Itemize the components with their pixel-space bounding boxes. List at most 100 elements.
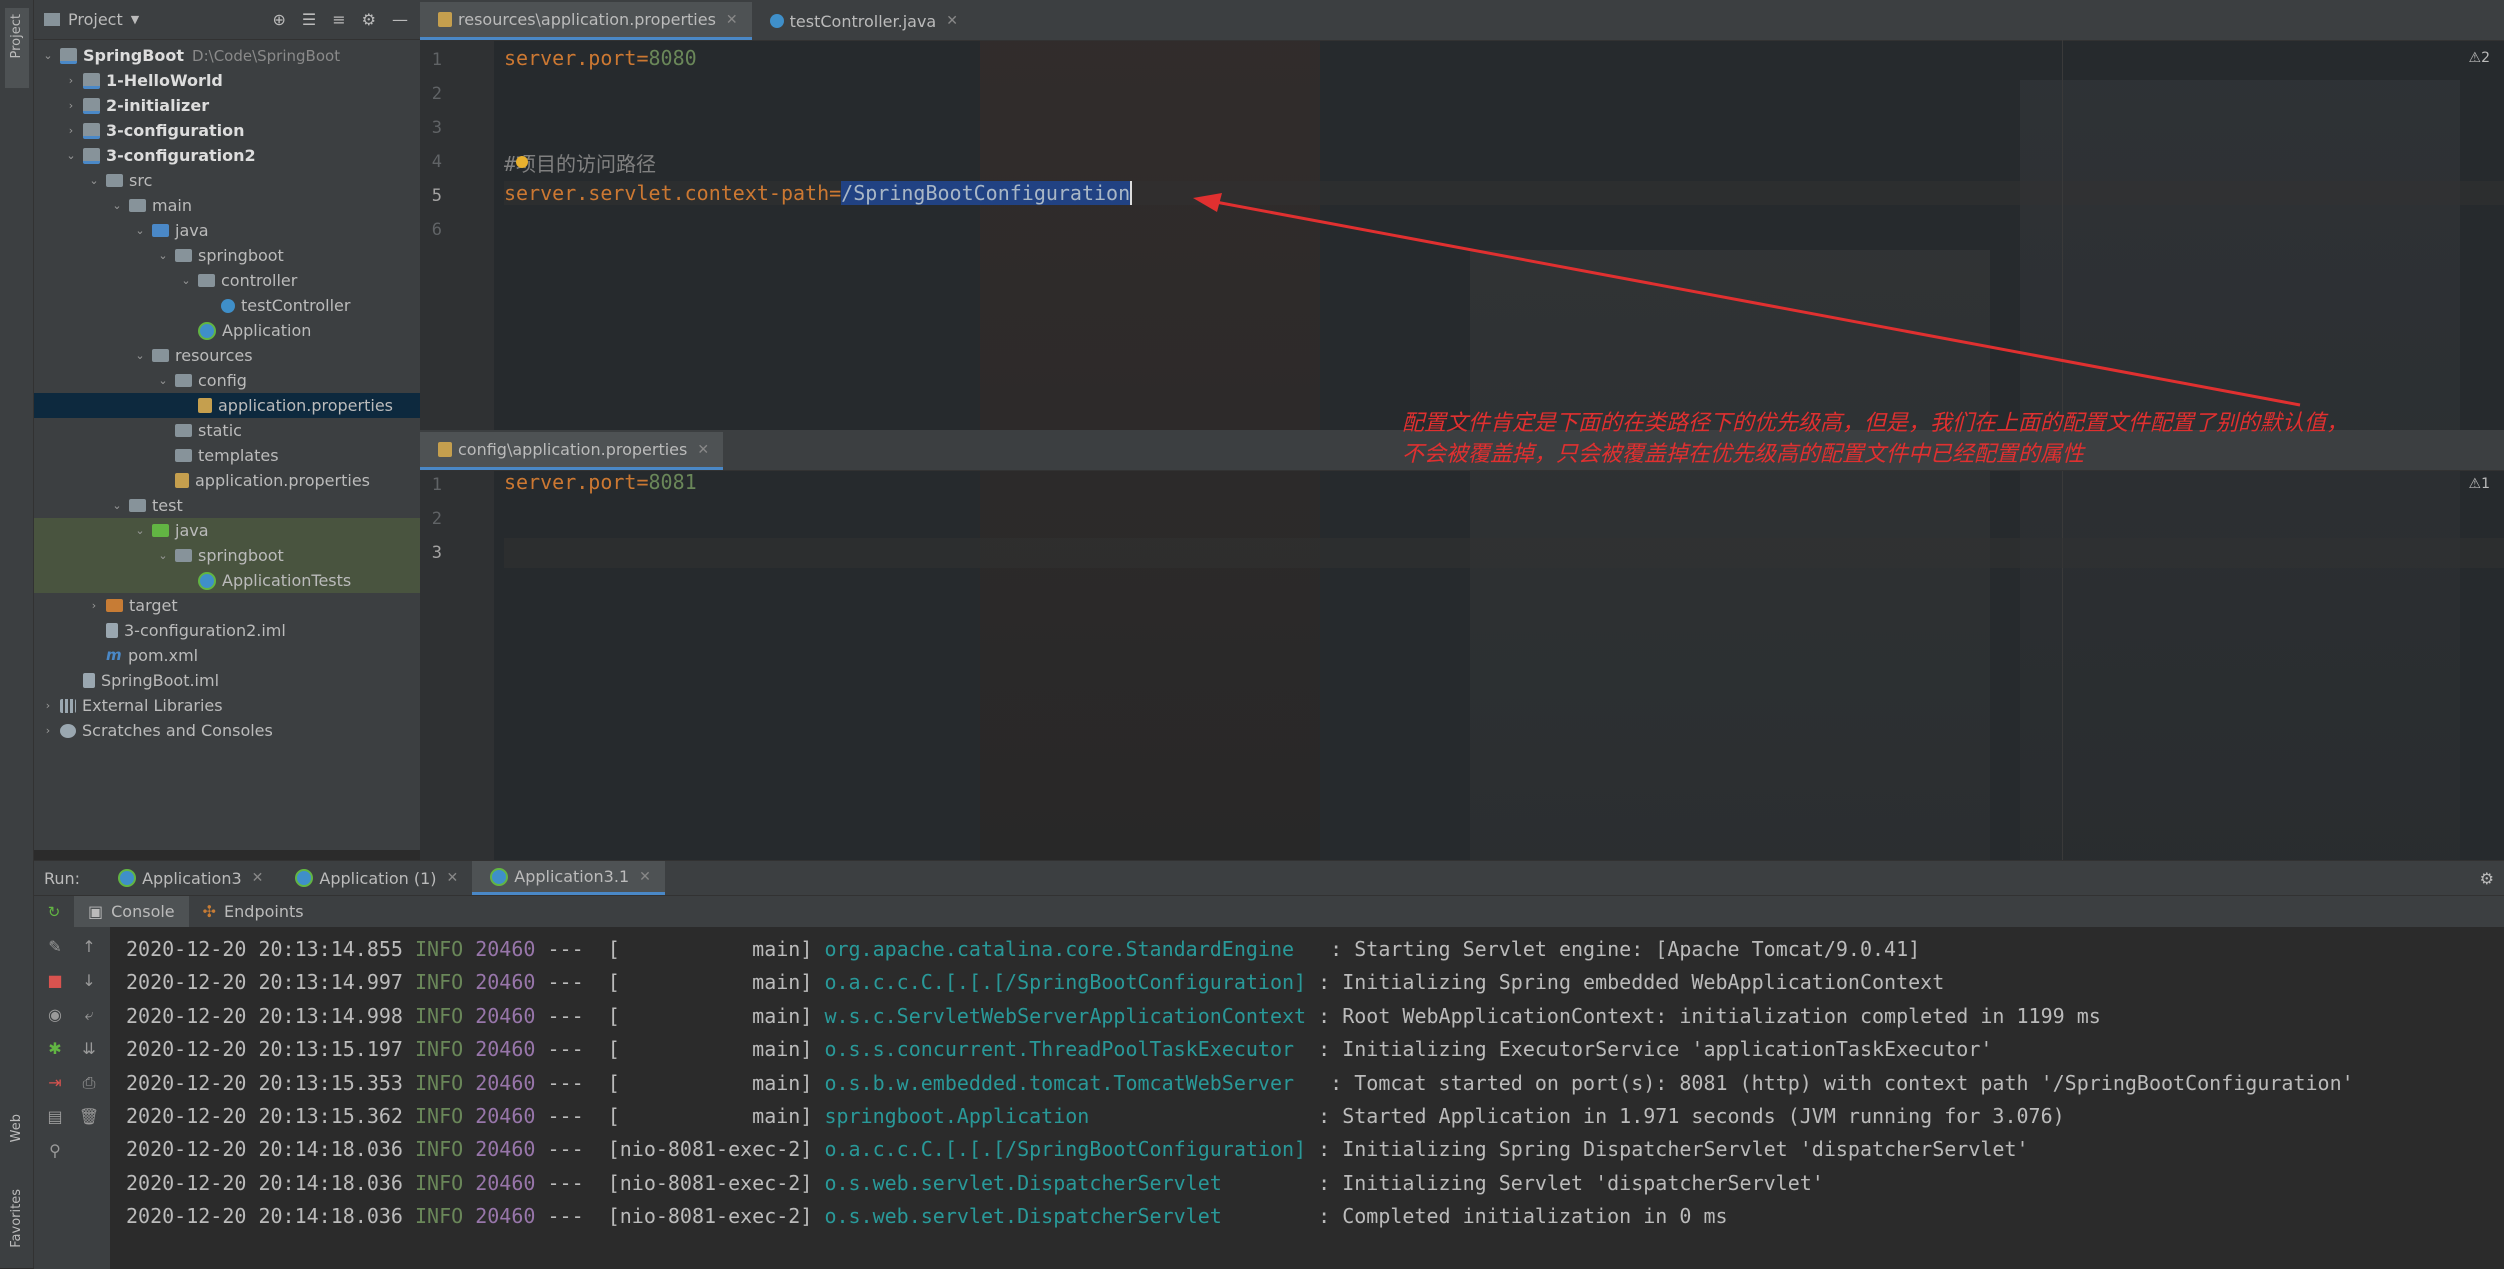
tree-item[interactable]: application.properties [34, 468, 420, 493]
chevron-right-icon[interactable]: › [86, 599, 102, 612]
chevron-right-icon[interactable]: › [63, 99, 79, 112]
tree-item[interactable]: › 2-initializer [34, 93, 420, 118]
chevron-down-icon[interactable]: ▼ [131, 13, 139, 26]
run-tab-label: Application3.1 [514, 867, 630, 886]
gear-icon[interactable]: ⚙ [362, 10, 376, 29]
chevron-right-icon[interactable]: › [40, 699, 56, 712]
code-line-1[interactable]: server.port=8081 [504, 470, 697, 494]
close-icon[interactable]: ✕ [252, 870, 264, 886]
locate-icon[interactable]: ⊕ [273, 10, 286, 29]
code-line-5[interactable]: server.servlet.context-path=/SpringBootC… [504, 181, 2504, 205]
tree-item[interactable]: ⌄ java [34, 218, 420, 243]
chevron-down-icon[interactable]: ⌄ [132, 349, 148, 362]
chevron-down-icon[interactable]: ⌄ [63, 149, 79, 162]
hide-icon[interactable]: — [392, 10, 408, 29]
tree-item[interactable]: ⌄ springboot [34, 543, 420, 568]
chevron-down-icon[interactable]: ⌄ [155, 374, 171, 387]
scroll-to-end-icon[interactable]: ⇊ [78, 1039, 100, 1059]
tree-item[interactable]: › 1-HelloWorld [34, 68, 420, 93]
favorites-tool-button[interactable]: Favorites [5, 1185, 29, 1265]
close-icon[interactable]: ✕ [726, 12, 738, 28]
trash-icon[interactable]: 🗑 [78, 1107, 100, 1127]
tree-item[interactable]: ⌄ 3-configuration2 [34, 143, 420, 168]
tree-item[interactable]: › Scratches and Consoles [34, 718, 420, 743]
chevron-right-icon[interactable]: › [63, 124, 79, 137]
run-tab-application3-1[interactable]: Application3.1 ✕ [472, 861, 665, 895]
tree-item[interactable]: SpringBoot.iml [34, 668, 420, 693]
close-icon[interactable]: ✕ [697, 442, 709, 458]
arrow-up-icon[interactable]: ↑ [78, 937, 100, 957]
tree-item-label: Scratches and Consoles [82, 721, 273, 740]
soft-wrap-icon[interactable]: ⤶ [78, 1005, 100, 1025]
camera-icon[interactable]: ◉ [44, 1005, 66, 1025]
collapse-all-icon[interactable]: ≡ [332, 10, 345, 29]
chevron-down-icon[interactable]: ⌄ [155, 249, 171, 262]
code-line-3[interactable] [504, 538, 2504, 568]
endpoints-tab[interactable]: ✣ Endpoints [189, 896, 318, 928]
tree-item[interactable]: static [34, 418, 420, 443]
tree-item[interactable]: ⌄ main [34, 193, 420, 218]
chevron-down-icon[interactable]: ⌄ [86, 174, 102, 187]
lightbulb-icon[interactable] [516, 156, 528, 168]
chevron-down-icon[interactable]: ⌄ [40, 49, 56, 62]
tree-item-label: controller [221, 271, 298, 290]
chevron-down-icon[interactable]: ⌄ [155, 549, 171, 562]
tree-item[interactable]: testController [34, 293, 420, 318]
tree-item[interactable]: ⌄ config [34, 368, 420, 393]
pin-icon[interactable]: ⚲ [44, 1141, 66, 1161]
print-icon[interactable]: ⎙ [78, 1073, 100, 1093]
exit-icon[interactable]: ⇥ [44, 1073, 66, 1093]
chevron-down-icon[interactable]: ⌄ [132, 524, 148, 537]
tab-test-controller-java[interactable]: testController.java ✕ [752, 2, 972, 40]
project-view-selector[interactable]: Project [68, 10, 123, 29]
expand-all-icon[interactable]: ☰ [302, 10, 316, 29]
tab-config-application-properties[interactable]: config\application.properties ✕ [420, 432, 724, 470]
tree-item[interactable]: ApplicationTests [34, 568, 420, 593]
chevron-down-icon[interactable]: ⌄ [109, 199, 125, 212]
code-line-1[interactable]: server.port=8080 [504, 46, 697, 70]
properties-file-icon [438, 12, 452, 27]
web-tool-button[interactable]: Web [5, 1110, 29, 1170]
chevron-down-icon[interactable]: ⌄ [132, 224, 148, 237]
run-tab-application3[interactable]: Application3 ✕ [100, 861, 277, 895]
line-number: 5 [431, 186, 442, 206]
tree-item[interactable]: › target [34, 593, 420, 618]
console-tab[interactable]: ▣ Console [74, 895, 189, 928]
log-line: 2020-12-20 20:13:15.197 INFO 20460 --- [… [126, 1033, 1992, 1066]
chevron-right-icon[interactable]: › [40, 724, 56, 737]
gear-icon[interactable]: ⚙ [2480, 869, 2494, 888]
tree-item[interactable]: ⌄ java [34, 518, 420, 543]
tree-item[interactable]: ⌄ resources [34, 343, 420, 368]
tree-item[interactable]: 3-configuration2.iml [34, 618, 420, 643]
arrow-down-icon[interactable]: ↓ [78, 971, 100, 991]
tree-item[interactable]: › External Libraries [34, 693, 420, 718]
log-message: : Root WebApplicationContext: initializa… [1318, 1003, 2101, 1028]
layout-icon[interactable]: ▤ [44, 1107, 66, 1127]
close-icon[interactable]: ✕ [946, 13, 958, 29]
close-icon[interactable]: ✕ [639, 869, 651, 885]
tree-item[interactable]: templates [34, 443, 420, 468]
tree-item[interactable]: ⌄ src [34, 168, 420, 193]
tree-item[interactable]: ⌄ controller [34, 268, 420, 293]
run-tab-application-1[interactable]: Application (1) ✕ [277, 861, 472, 895]
console-output[interactable]: 2020-12-20 20:13:14.855 INFO 20460 --- [… [110, 927, 2504, 1269]
warning-count[interactable]: ⚠1 [2469, 476, 2490, 492]
chevron-down-icon[interactable]: ⌄ [178, 274, 194, 287]
chevron-right-icon[interactable]: › [63, 74, 79, 87]
rerun-icon[interactable]: ↻ [34, 903, 74, 921]
wrench-icon[interactable]: ✎ [44, 937, 66, 957]
tree-item[interactable]: Application [34, 318, 420, 343]
stop-icon[interactable]: ■ [44, 971, 66, 991]
tree-item[interactable]: application.properties [34, 393, 420, 418]
tree-item[interactable]: ⌄ test [34, 493, 420, 518]
close-icon[interactable]: ✕ [447, 870, 459, 886]
tree-item[interactable]: ⌄ SpringBoot D:\Code\SpringBoot [34, 43, 420, 68]
tab-resources-application-properties[interactable]: resources\application.properties ✕ [420, 2, 752, 40]
tree-item[interactable]: ⌄ springboot [34, 243, 420, 268]
chevron-down-icon[interactable]: ⌄ [109, 499, 125, 512]
tree-item[interactable]: › 3-configuration [34, 118, 420, 143]
warning-count[interactable]: ⚠2 [2469, 50, 2490, 66]
tree-item[interactable]: m pom.xml [34, 643, 420, 668]
project-tool-button[interactable]: Project [5, 8, 29, 88]
debug-icon[interactable]: ✱ [44, 1039, 66, 1059]
